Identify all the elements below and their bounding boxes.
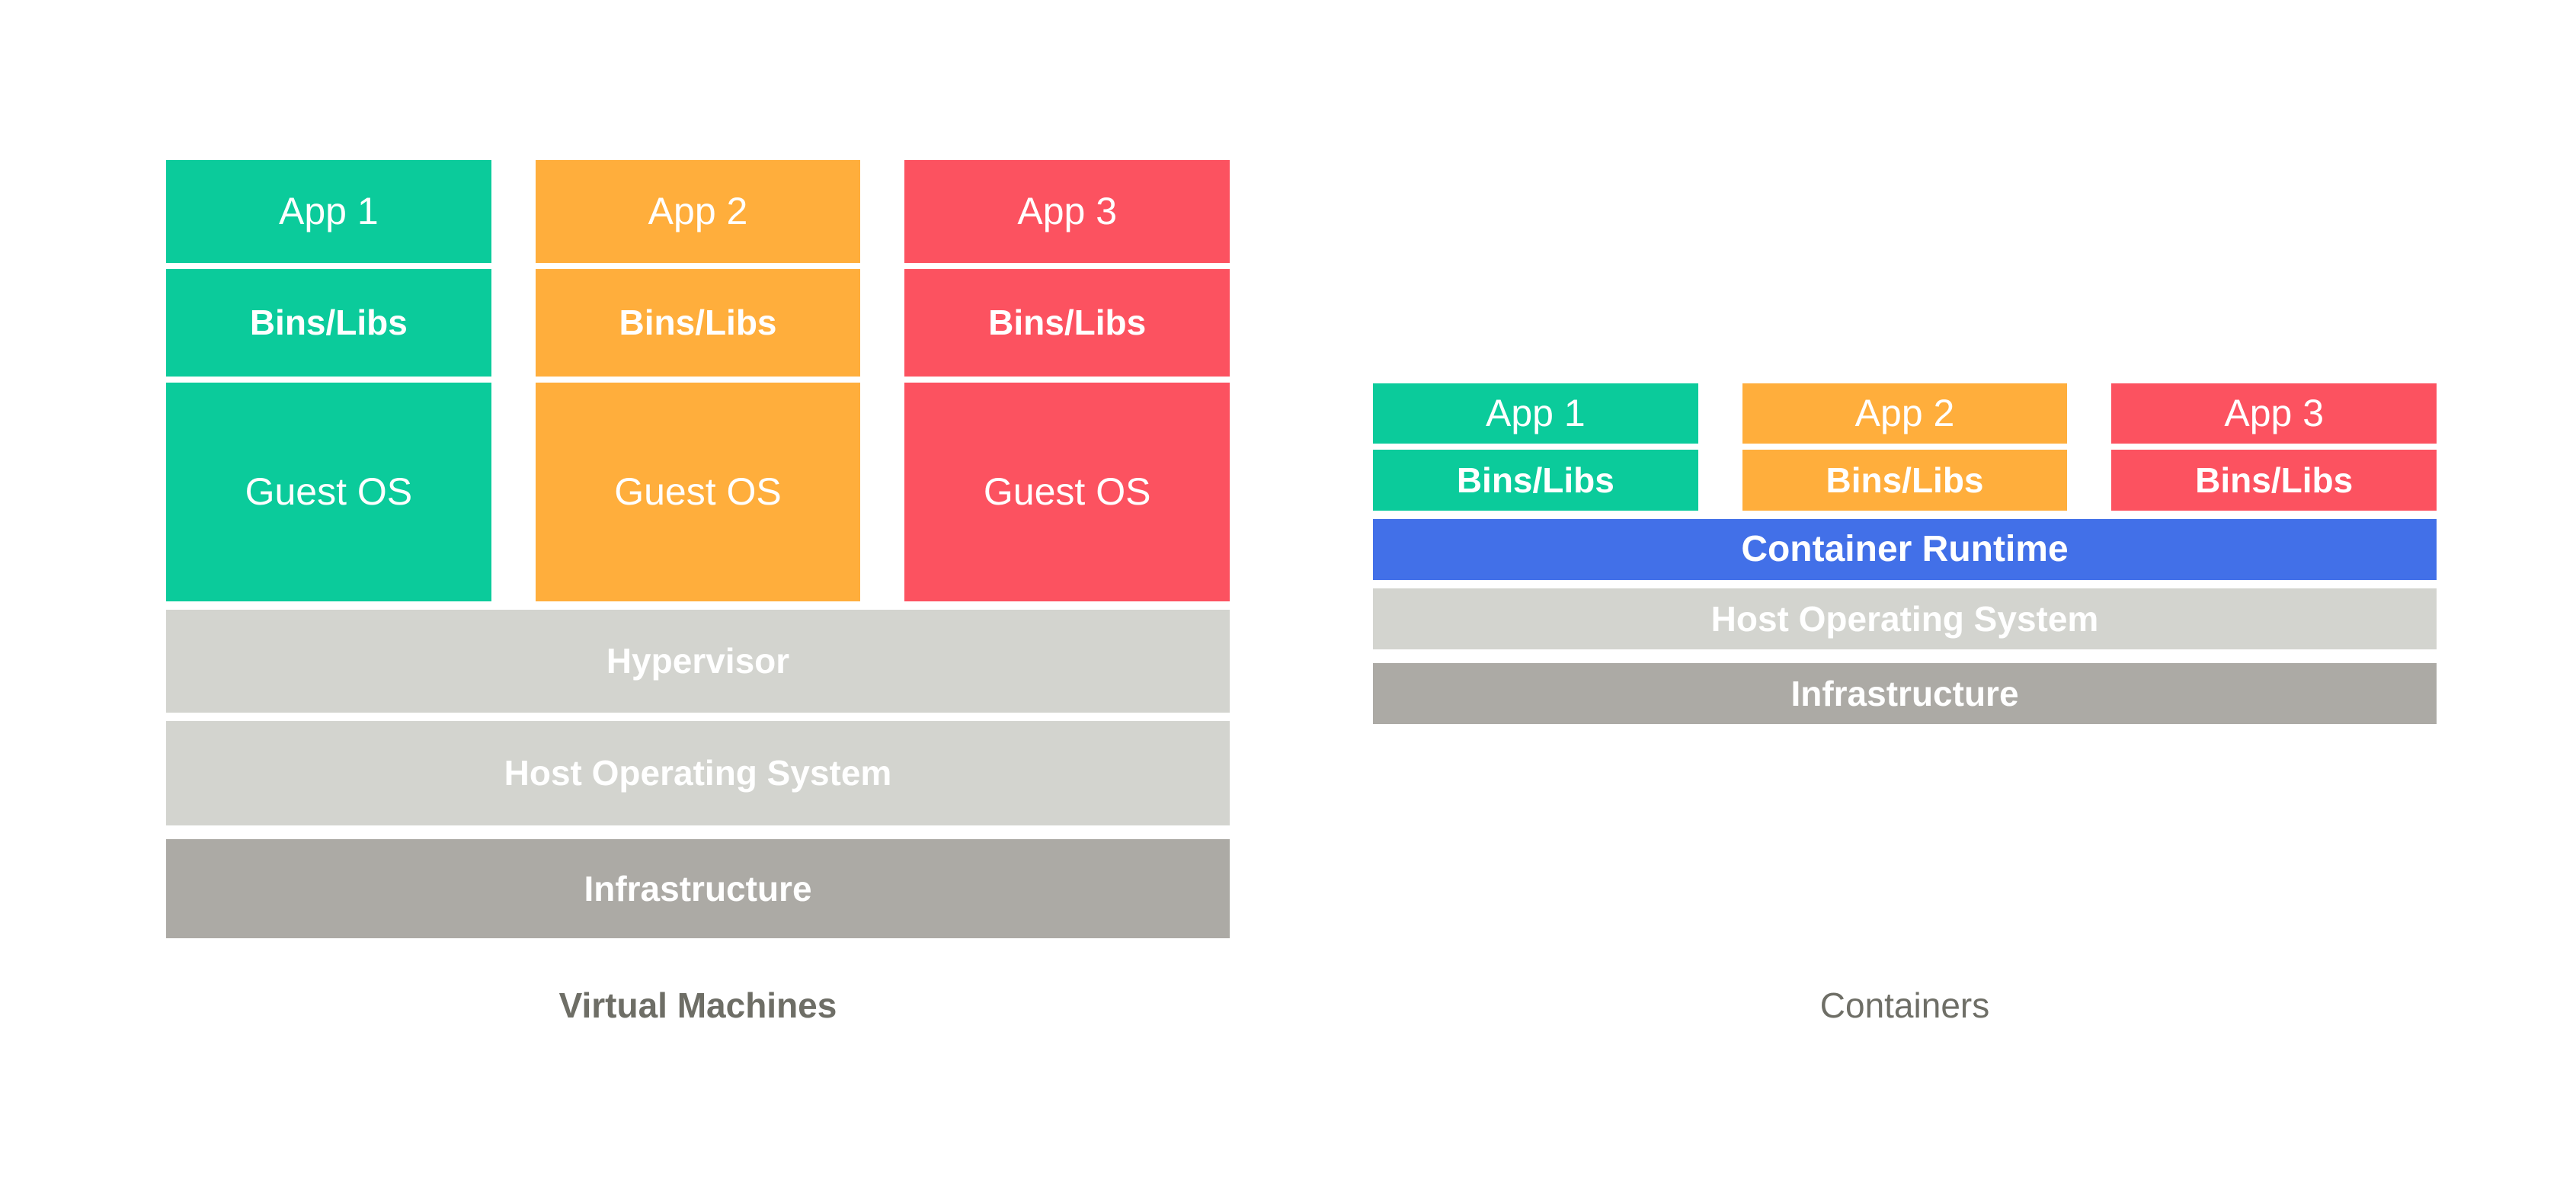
ct-bins-row: Bins/Libs Bins/Libs Bins/Libs	[1373, 450, 2437, 511]
vm-app-1-block[interactable]: App 1	[166, 160, 491, 263]
vm-bins-1-label: Bins/Libs	[249, 303, 408, 343]
vm-guest-os-2-label: Guest OS	[614, 470, 782, 514]
ct-row-gap-host-infra	[1373, 649, 2437, 663]
ct-row-gap-app-bins	[1373, 444, 2437, 450]
vm-infrastructure-label: Infrastructure	[584, 868, 812, 909]
containers-caption-text: Containers	[1819, 985, 1990, 1025]
ct-bins-3-block[interactable]: Bins/Libs	[2111, 450, 2437, 511]
vm-hypervisor-bar[interactable]: Hypervisor	[166, 610, 1230, 713]
vm-column-gap-3	[491, 269, 536, 377]
vm-guest-os-1-label: Guest OS	[245, 470, 413, 514]
vm-bins-row: Bins/Libs Bins/Libs Bins/Libs	[166, 269, 1230, 377]
ct-infrastructure-label: Infrastructure	[1790, 673, 2019, 713]
containers-caption: Containers	[1373, 985, 2437, 1026]
vm-row-gap-hypervisor-host	[166, 713, 1230, 721]
ct-bins-2-label: Bins/Libs	[1826, 460, 1984, 500]
ct-app-2-label: App 2	[1854, 392, 1955, 435]
diagram-canvas: App 1 App 2 App 3 Bins/Libs Bins/Libs Bi	[0, 0, 2576, 1189]
vm-column-gap-2	[860, 160, 904, 263]
virtual-machines-caption: Virtual Machines	[166, 985, 1230, 1026]
ct-app-2-block[interactable]: App 2	[1742, 383, 2068, 444]
ct-app-3-block[interactable]: App 3	[2111, 383, 2437, 444]
ct-host-os-bar[interactable]: Host Operating System	[1373, 588, 2437, 649]
vm-guest-os-2-block[interactable]: Guest OS	[535, 383, 861, 601]
ct-bins-2-block[interactable]: Bins/Libs	[1742, 450, 2068, 511]
ct-container-runtime-bar[interactable]: Container Runtime	[1373, 519, 2437, 580]
virtual-machines-stack: App 1 App 2 App 3 Bins/Libs Bins/Libs Bi	[166, 160, 1230, 938]
vm-column-gap-1	[491, 160, 536, 263]
ct-app-1-block[interactable]: App 1	[1373, 383, 1698, 444]
ct-bins-1-label: Bins/Libs	[1456, 460, 1614, 500]
vm-guest-os-1-block[interactable]: Guest OS	[166, 383, 491, 601]
ct-column-gap-3	[1698, 450, 1742, 511]
vm-app-1-label: App 1	[279, 190, 379, 233]
vm-row-gap-guest-hypervisor	[166, 601, 1230, 610]
vm-infrastructure-bar[interactable]: Infrastructure	[166, 839, 1230, 938]
ct-bins-1-block[interactable]: Bins/Libs	[1373, 450, 1698, 511]
ct-column-gap-1	[1698, 383, 1742, 444]
virtual-machines-caption-text: Virtual Machines	[558, 985, 837, 1025]
vm-column-gap-4	[860, 269, 904, 377]
ct-host-os-label: Host Operating System	[1710, 598, 2099, 639]
vm-column-gap-6	[860, 383, 904, 601]
vm-host-os-bar[interactable]: Host Operating System	[166, 721, 1230, 825]
ct-container-runtime-label: Container Runtime	[1741, 528, 2069, 569]
vm-host-os-label: Host Operating System	[504, 753, 892, 793]
vm-guest-os-3-label: Guest OS	[983, 470, 1151, 514]
vm-bins-2-block[interactable]: Bins/Libs	[535, 269, 861, 377]
ct-app-1-label: App 1	[1486, 392, 1586, 435]
vm-hypervisor-label: Hypervisor	[606, 641, 790, 681]
ct-infrastructure-bar[interactable]: Infrastructure	[1373, 663, 2437, 724]
containers-stack: App 1 App 2 App 3 Bins/Libs Bins/Libs Bi	[1373, 383, 2437, 724]
vm-row-gap-bins-guest	[166, 377, 1230, 383]
ct-app-row: App 1 App 2 App 3	[1373, 383, 2437, 444]
vm-bins-3-label: Bins/Libs	[988, 303, 1147, 343]
ct-column-gap-4	[2067, 450, 2111, 511]
ct-app-3-label: App 3	[2224, 392, 2325, 435]
vm-guest-os-row: Guest OS Guest OS Guest OS	[166, 383, 1230, 601]
vm-app-2-block[interactable]: App 2	[535, 160, 861, 263]
ct-bins-3-label: Bins/Libs	[2195, 460, 2354, 500]
vm-row-gap-host-infra	[166, 825, 1230, 839]
vm-column-gap-5	[491, 383, 536, 601]
vm-app-2-label: App 2	[648, 190, 748, 233]
vm-row-gap-app-bins	[166, 263, 1230, 269]
vm-bins-3-block[interactable]: Bins/Libs	[904, 269, 1230, 377]
vm-guest-os-3-block[interactable]: Guest OS	[904, 383, 1230, 601]
vm-bins-1-block[interactable]: Bins/Libs	[166, 269, 491, 377]
vm-app-3-label: App 3	[1017, 190, 1118, 233]
ct-column-gap-2	[2067, 383, 2111, 444]
vm-app-3-block[interactable]: App 3	[904, 160, 1230, 263]
ct-row-gap-runtime-host	[1373, 580, 2437, 588]
vm-app-row: App 1 App 2 App 3	[166, 160, 1230, 263]
vm-bins-2-label: Bins/Libs	[619, 303, 777, 343]
ct-row-gap-bins-runtime	[1373, 511, 2437, 519]
